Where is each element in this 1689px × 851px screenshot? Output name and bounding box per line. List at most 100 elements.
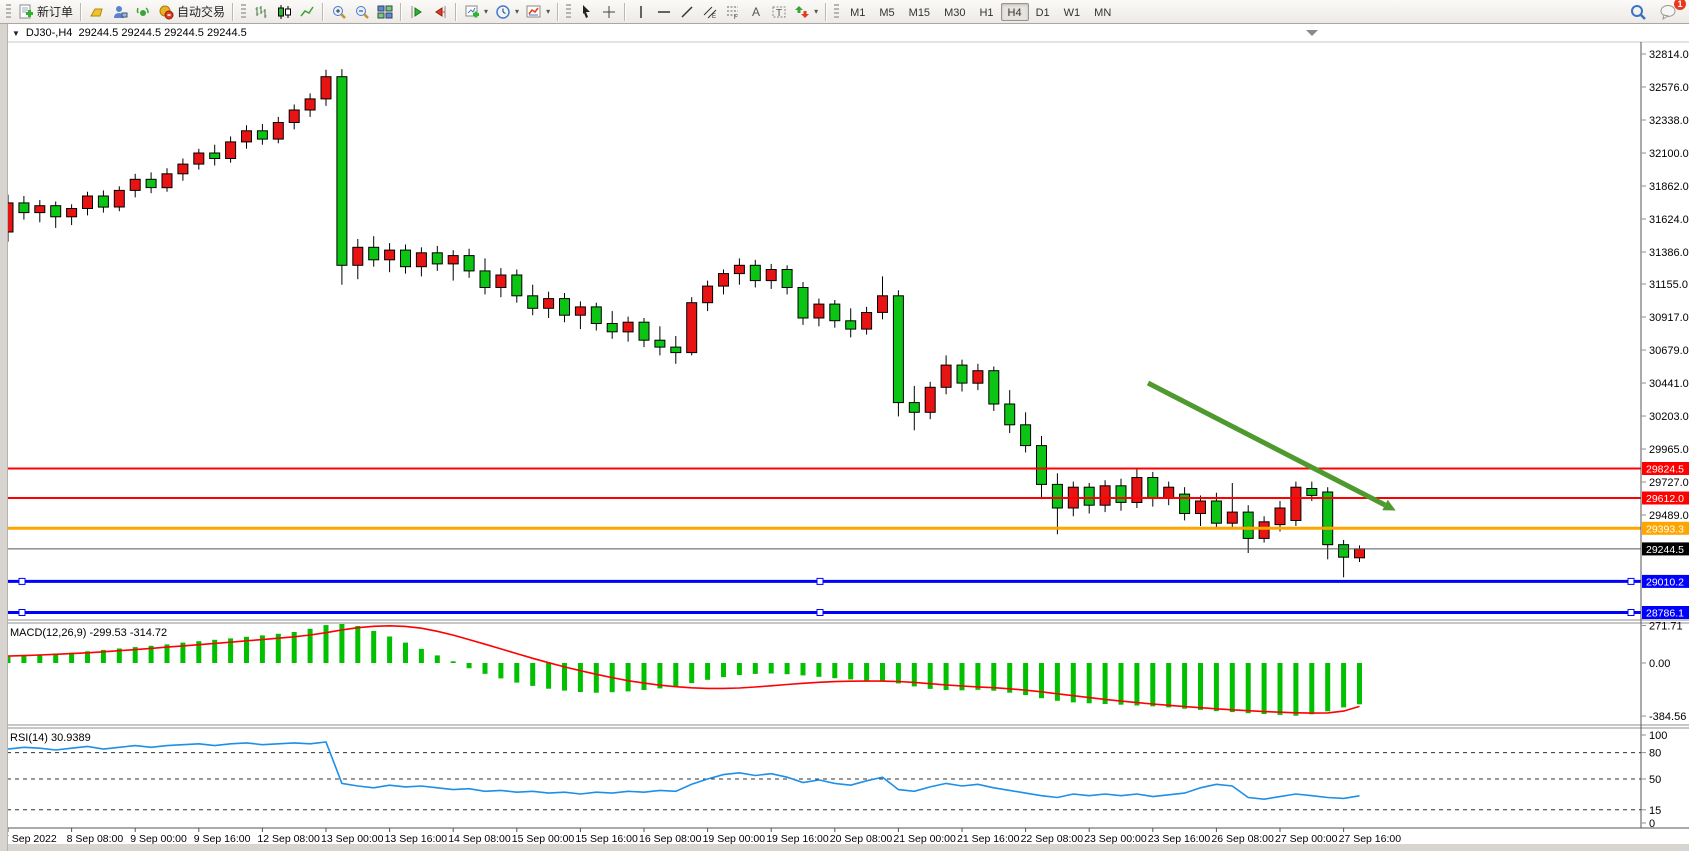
hline-28786.1[interactable]	[7, 610, 1641, 616]
chart-shift-marker[interactable]	[1306, 30, 1318, 36]
svg-text:32100.0: 32100.0	[1649, 148, 1689, 160]
new-chart-button[interactable]: ▾	[461, 2, 491, 22]
toolbar-grip[interactable]	[566, 4, 571, 20]
timeframe-M5[interactable]: M5	[872, 3, 901, 21]
new-order-label: 新订单	[37, 3, 73, 20]
svg-text:29612.0: 29612.0	[1646, 493, 1684, 505]
autotrading-icon	[158, 4, 174, 20]
channel-icon: E	[702, 4, 718, 20]
chevron-down-icon: ▾	[515, 7, 519, 16]
svg-text:15 Sep 16:00: 15 Sep 16:00	[575, 833, 638, 845]
svg-text:29824.5: 29824.5	[1646, 464, 1684, 476]
line-handle[interactable]	[1628, 578, 1634, 584]
price-axis[interactable]: 32814.032576.032338.032100.031862.031624…	[1641, 49, 1689, 619]
auto-scroll-icon	[409, 4, 425, 20]
zoom-in-button[interactable]	[328, 2, 350, 22]
chart-shift-button[interactable]	[429, 2, 451, 22]
timeframe-M30[interactable]: M30	[937, 3, 972, 21]
fibonacci-icon: F	[725, 4, 741, 20]
svg-text:29965.0: 29965.0	[1649, 444, 1689, 456]
vertical-line-button[interactable]	[630, 2, 652, 22]
svg-text:15 Sep 00:00: 15 Sep 00:00	[512, 833, 575, 845]
indicators-button[interactable]: ▾	[523, 2, 553, 22]
horizontal-line-button[interactable]	[653, 2, 675, 22]
auto-scroll-button[interactable]	[406, 2, 428, 22]
chat-button[interactable]: 1	[1656, 2, 1680, 22]
svg-text:13 Sep 00:00: 13 Sep 00:00	[321, 833, 384, 845]
line-handle[interactable]	[19, 578, 25, 584]
toolbar-grip[interactable]	[834, 4, 839, 20]
accounts-button[interactable]	[109, 2, 131, 22]
chevron-down-icon: ▾	[546, 7, 550, 16]
svg-text:31386.0: 31386.0	[1649, 247, 1689, 259]
bar-chart-icon	[253, 4, 269, 20]
toolbar-grip[interactable]	[6, 4, 11, 20]
tile-windows-button[interactable]	[374, 2, 396, 22]
timeframe-M15[interactable]: M15	[902, 3, 937, 21]
autotrading-button[interactable]: 自动交易	[155, 2, 228, 22]
price-tag-29244.5: 29244.5	[1642, 542, 1689, 556]
svg-text:30679.0: 30679.0	[1649, 345, 1689, 357]
line-handle[interactable]	[1628, 610, 1634, 616]
candlestick-icon	[276, 4, 292, 20]
svg-text:16 Sep 08:00: 16 Sep 08:00	[639, 833, 702, 845]
svg-text:14 Sep 08:00: 14 Sep 08:00	[448, 833, 511, 845]
candles	[3, 69, 1365, 577]
svg-text:15: 15	[1649, 805, 1661, 817]
line-handle[interactable]	[19, 610, 25, 616]
timeframe-H1[interactable]: H1	[972, 3, 1000, 21]
bar-chart-button[interactable]	[250, 2, 272, 22]
crosshair-button[interactable]	[598, 2, 620, 22]
timeframe-W1[interactable]: W1	[1057, 3, 1088, 21]
svg-text:23 Sep 00:00: 23 Sep 00:00	[1084, 833, 1147, 845]
cursor-button[interactable]	[575, 2, 597, 22]
svg-text:28786.1: 28786.1	[1646, 607, 1684, 619]
hline-29010.2[interactable]	[7, 578, 1641, 584]
line-handle[interactable]	[817, 610, 823, 616]
svg-text:29727.0: 29727.0	[1649, 477, 1689, 489]
svg-text:13 Sep 16:00: 13 Sep 16:00	[385, 833, 448, 845]
line-handle[interactable]	[817, 578, 823, 584]
trend-arrow[interactable]	[1148, 383, 1396, 511]
gold-ingot-button[interactable]	[86, 2, 108, 22]
svg-text:50: 50	[1649, 774, 1661, 786]
equidistant-channel-button[interactable]: E	[699, 2, 721, 22]
new-chart-icon	[464, 4, 480, 20]
svg-text:271.71: 271.71	[1649, 621, 1683, 633]
new-order-button[interactable]: 新订单	[15, 2, 76, 22]
toolbar-grip[interactable]	[241, 4, 246, 20]
svg-text:30441.0: 30441.0	[1649, 378, 1689, 390]
svg-text:32576.0: 32576.0	[1649, 82, 1689, 94]
timeframe-M1[interactable]: M1	[843, 3, 872, 21]
timeframe-H4[interactable]: H4	[1001, 3, 1029, 21]
timeframe-D1[interactable]: D1	[1029, 3, 1057, 21]
separator	[232, 3, 234, 21]
macd-pane: 271.710.00-384.56MACD(12,26,9) -299.53 -…	[6, 621, 1687, 724]
candlestick-chart-button[interactable]	[273, 2, 295, 22]
line-chart-button[interactable]	[296, 2, 318, 22]
separator	[624, 3, 626, 21]
chevron-down-icon: ▾	[814, 7, 818, 16]
svg-text:-384.56: -384.56	[1649, 711, 1686, 723]
svg-text:E: E	[712, 14, 716, 20]
time-axis[interactable]: 7 Sep 20228 Sep 08:009 Sep 00:009 Sep 16…	[3, 828, 1401, 845]
signals-button[interactable]	[132, 2, 154, 22]
timeframe-MN[interactable]: MN	[1087, 3, 1118, 21]
svg-text:23 Sep 16:00: 23 Sep 16:00	[1148, 833, 1211, 845]
svg-text:29393.3: 29393.3	[1646, 523, 1684, 535]
periods-button[interactable]: ▾	[492, 2, 522, 22]
text-tool-button[interactable]: A	[745, 2, 767, 22]
separator	[80, 3, 82, 21]
svg-text:19 Sep 16:00: 19 Sep 16:00	[766, 833, 829, 845]
trendline-button[interactable]	[676, 2, 698, 22]
svg-text:19 Sep 00:00: 19 Sep 00:00	[703, 833, 766, 845]
price-chart[interactable]: 271.710.00-384.56MACD(12,26,9) -299.53 -…	[0, 24, 1689, 851]
chart-canvas[interactable]: ▼DJ30-,H4 29244.5 29244.5 29244.5 29244.…	[0, 24, 1689, 851]
arrows-tool-button[interactable]: ▾	[791, 2, 821, 22]
fibonacci-button[interactable]: F	[722, 2, 744, 22]
zoom-out-button[interactable]	[351, 2, 373, 22]
price-tag-29612.0: 29612.0	[1642, 492, 1689, 505]
search-button[interactable]	[1626, 2, 1650, 22]
chart-shift-icon	[432, 4, 448, 20]
text-label-button[interactable]: T	[768, 2, 790, 22]
